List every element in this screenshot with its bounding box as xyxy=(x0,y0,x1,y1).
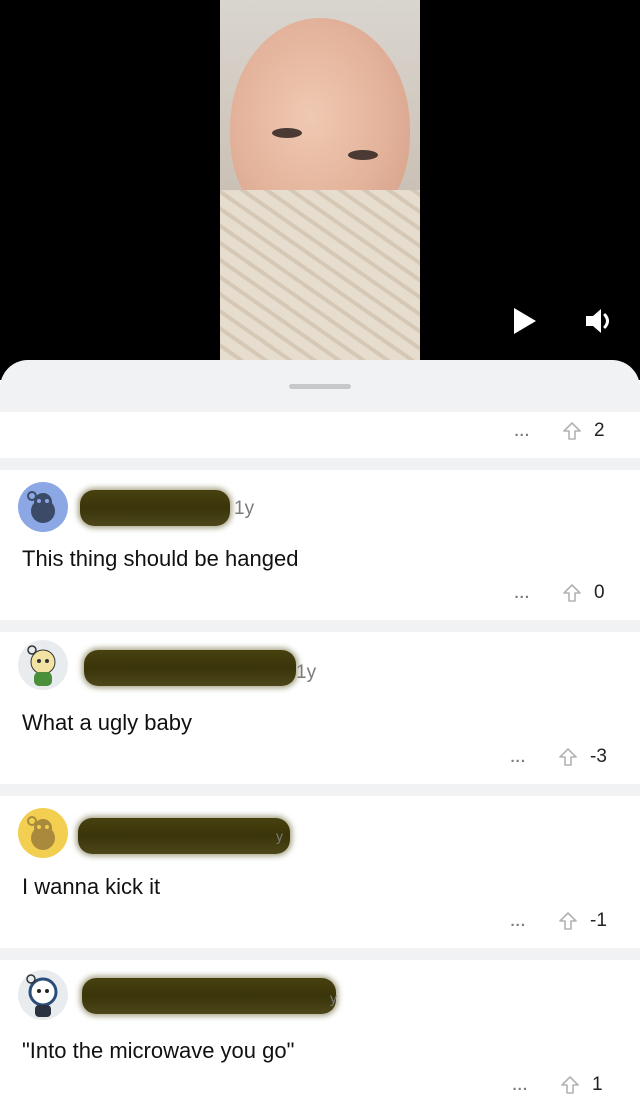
comment-actions: ... 1 xyxy=(512,1070,616,1100)
comment-actions: ... 0 xyxy=(514,578,618,608)
redacted-username xyxy=(82,978,336,1014)
score-count: -3 xyxy=(590,746,607,767)
post-actions: ... 2 xyxy=(514,416,618,446)
upvote-icon[interactable] xyxy=(562,583,582,603)
avatar[interactable] xyxy=(18,482,68,532)
comment-age: 1y xyxy=(296,662,317,683)
comment-age: y xyxy=(276,828,283,844)
comment-actions: ... -3 xyxy=(510,742,614,772)
comment-card: y "Into the microwave you go" ... 1 xyxy=(0,960,640,1114)
avatar[interactable] xyxy=(18,640,68,690)
snoo-avatar-icon xyxy=(27,491,55,523)
more-options-button[interactable]: ... xyxy=(514,585,530,602)
comment-card: 1y What a ugly baby ... -3 xyxy=(0,632,640,784)
snoo-avatar-icon xyxy=(27,645,56,686)
score-count: 2 xyxy=(594,420,605,441)
upvote-icon[interactable] xyxy=(562,421,582,441)
upvote-icon[interactable] xyxy=(558,747,578,767)
upvote-icon[interactable] xyxy=(558,911,578,931)
comment-text: This thing should be hanged xyxy=(22,546,299,571)
comment-text: "Into the microwave you go" xyxy=(22,1038,295,1063)
comment-age: 1y xyxy=(234,498,255,519)
play-icon[interactable] xyxy=(512,306,538,336)
onesie-image xyxy=(220,190,420,360)
avatar[interactable] xyxy=(18,808,68,858)
comment-text: I wanna kick it xyxy=(22,874,161,899)
more-options-button[interactable]: ... xyxy=(510,913,526,930)
volume-icon[interactable] xyxy=(584,306,616,336)
redacted-username xyxy=(78,818,290,854)
snoo-avatar-icon xyxy=(27,816,55,850)
more-options-button[interactable]: ... xyxy=(514,423,530,440)
comment-age: y xyxy=(330,990,337,1006)
avatar[interactable] xyxy=(18,970,68,1020)
score-count: 0 xyxy=(594,582,605,603)
comment-card: y I wanna kick it ... -1 xyxy=(0,796,640,948)
comment-text: What a ugly baby xyxy=(22,710,192,735)
video-player[interactable] xyxy=(0,0,640,380)
post-actions-card: ... 2 xyxy=(0,412,640,458)
snoo-avatar-icon xyxy=(26,974,58,1017)
more-options-button[interactable]: ... xyxy=(510,749,526,766)
more-options-button[interactable]: ... xyxy=(512,1077,528,1094)
redacted-username xyxy=(80,490,230,526)
comment-card: 1y This thing should be hanged ... 0 xyxy=(0,470,640,620)
upvote-icon[interactable] xyxy=(560,1075,580,1095)
redacted-username xyxy=(84,650,296,686)
score-count: -1 xyxy=(590,910,607,931)
video-frame xyxy=(220,0,420,360)
score-count: 1 xyxy=(592,1074,603,1095)
comment-actions: ... -1 xyxy=(510,906,614,936)
sheet-drag-handle[interactable] xyxy=(289,384,351,389)
